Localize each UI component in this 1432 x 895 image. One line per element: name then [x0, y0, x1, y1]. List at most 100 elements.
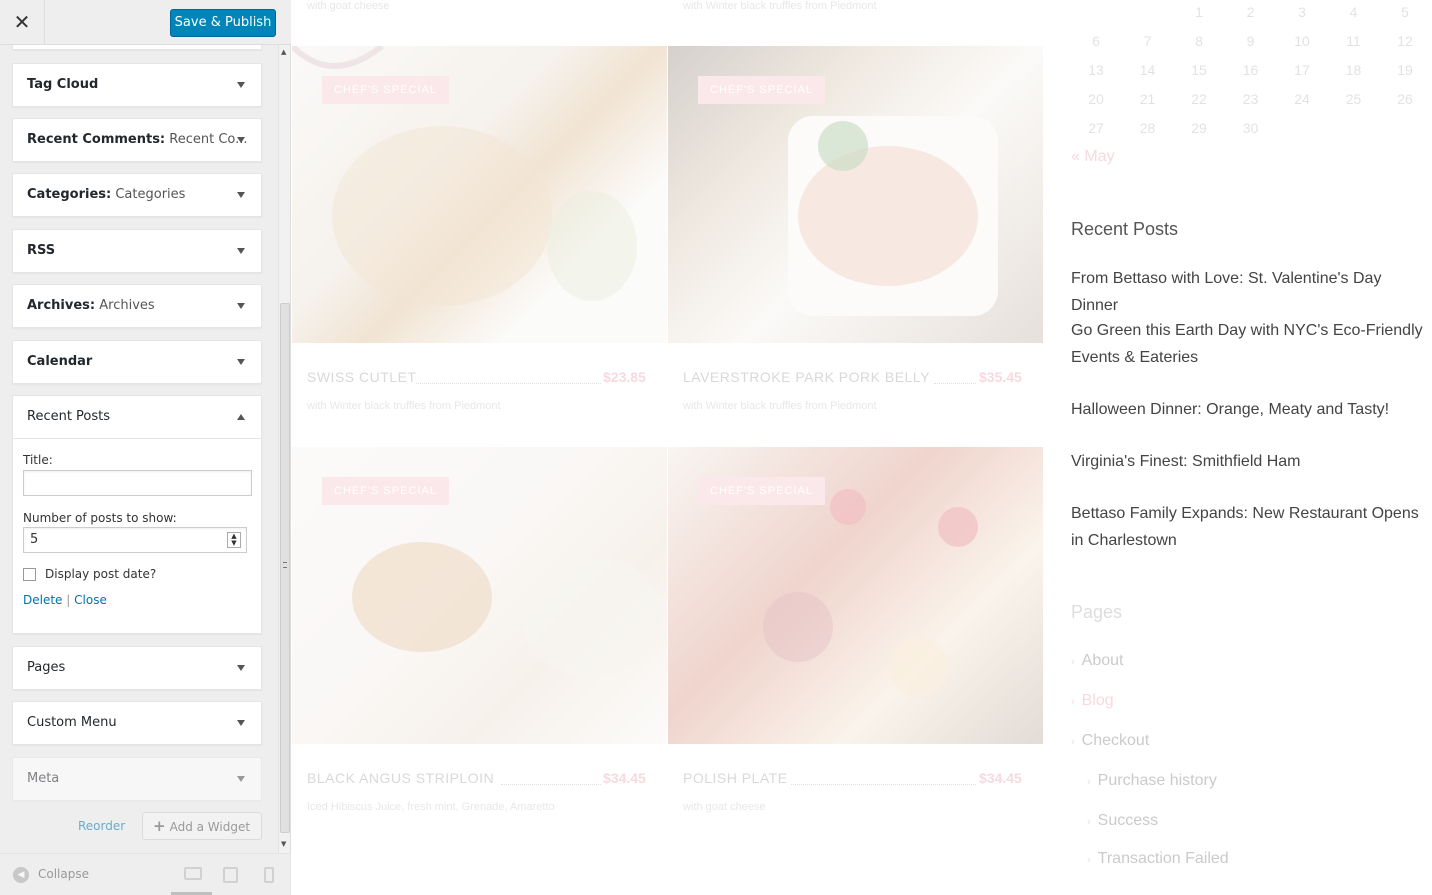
menu-item-name[interactable]: BLACK ANGUS STRIPLOIN [307, 770, 494, 786]
calendar-day: 23 [1242, 91, 1259, 107]
menu-item-image[interactable]: CHEF'S SPECIAL [668, 46, 1043, 343]
stepper-arrows-icon[interactable]: ▲ ▼ [227, 532, 241, 548]
chevron-down-icon[interactable] [237, 665, 245, 671]
close-link[interactable]: Close [74, 593, 107, 607]
widget-title: Recent Comments: [27, 132, 166, 147]
page-link[interactable]: › Transaction Failed [1087, 850, 1229, 868]
menu-item-image[interactable]: CHEF'S SPECIAL [292, 46, 667, 343]
calendar-day: 20 [1088, 91, 1104, 107]
widget-meta[interactable]: Meta [12, 757, 262, 801]
recent-post-link[interactable]: Bettaso Family Expands: New Restaurant O… [1071, 500, 1426, 554]
collapse-label[interactable]: Collapse [38, 867, 89, 881]
recent-post-link[interactable]: Halloween Dinner: Orange, Meaty and Tast… [1071, 396, 1426, 423]
widget-subtitle: Categories [115, 187, 186, 202]
menu-item-price: $34.45 [603, 770, 646, 786]
menu-item-price: $34.45 [979, 770, 1022, 786]
add-widget-label: Add a Widget [169, 820, 251, 834]
recent-post-link[interactable]: From Bettaso with Love: St. Valentine's … [1071, 265, 1426, 319]
widget-categories[interactable]: Categories: Categories [12, 173, 262, 217]
chevron-down-icon[interactable] [237, 82, 245, 88]
chevron-right-icon: › [1071, 696, 1075, 708]
price-leader [791, 784, 976, 785]
menu-item-image[interactable]: CHEF'S SPECIAL [292, 447, 667, 744]
scroll-up-icon[interactable]: ▲ [281, 48, 286, 56]
chevron-down-icon[interactable] [237, 248, 245, 254]
widget-recent-posts: Recent Posts Title: Number of posts to s… [12, 395, 262, 634]
number-stepper[interactable]: 5 ▲ ▼ [23, 527, 247, 553]
scroll-down-icon[interactable]: ▼ [281, 840, 286, 848]
widget-title: Tag Cloud [27, 77, 99, 92]
calendar-day: 4 [1349, 4, 1358, 20]
save-publish-button[interactable]: Save & Publish [170, 9, 276, 37]
widget-tag-cloud[interactable]: Tag Cloud [12, 63, 262, 107]
widget-title: Categories: [27, 187, 112, 202]
calendar-day: 1 [1195, 4, 1203, 20]
display-date-checkbox[interactable] [23, 567, 36, 581]
calendar-day: 8 [1195, 33, 1203, 49]
add-widget-button[interactable]: + Add a Widget [142, 812, 262, 840]
widget-subtitle: Recent Co... [169, 132, 248, 147]
chevron-down-icon[interactable] [237, 776, 245, 782]
menu-item-price: $23.85 [603, 369, 646, 385]
widget-archives[interactable]: Archives: Archives [12, 284, 262, 328]
sidebar-scrollbar[interactable]: ▲ ▼ [278, 45, 290, 853]
desktop-preview-icon[interactable] [184, 867, 202, 880]
widget-subtitle: Archives [99, 298, 155, 313]
widget-form: Title: Number of posts to show: 5 ▲ ▼ Dis… [13, 438, 261, 617]
title-input[interactable] [23, 470, 252, 496]
chevron-down-icon[interactable] [237, 720, 245, 726]
collapse-icon[interactable]: ◀ [13, 867, 29, 883]
price-leader [501, 784, 601, 785]
widget-title: RSS [27, 243, 56, 258]
menu-item-desc: with Winter black truffles from Piedmont [683, 400, 877, 412]
calendar-day: 22 [1191, 91, 1207, 107]
chevron-up-icon[interactable] [237, 414, 245, 420]
widget-header[interactable]: Recent Posts [13, 396, 261, 438]
widget-pages[interactable]: Pages [12, 646, 262, 690]
prev-month-link[interactable]: « May [1071, 148, 1115, 166]
menu-item-name[interactable]: SWISS CUTLET [307, 369, 416, 385]
chevron-down-icon[interactable] [237, 359, 245, 365]
page-link[interactable]: › About [1071, 652, 1123, 670]
menu-item-price: $35.45 [979, 369, 1022, 385]
page-link[interactable]: › Purchase history [1087, 772, 1217, 790]
calendar-day: 14 [1139, 62, 1156, 78]
calendar-day: 3 [1298, 4, 1306, 20]
recent-post-link[interactable]: Go Green this Earth Day with NYC's Eco-F… [1071, 317, 1426, 371]
calendar-day: 7 [1143, 33, 1152, 49]
menu-item-name[interactable]: POLISH PLATE [683, 770, 788, 786]
widget-recent-comments[interactable]: Recent Comments: Recent Co... [12, 118, 262, 162]
calendar-day: 19 [1397, 62, 1413, 78]
chevron-right-icon: › [1087, 854, 1091, 866]
reorder-link[interactable]: Reorder [78, 819, 125, 833]
plus-icon: + [153, 817, 166, 835]
widget-title: Pages [27, 660, 66, 675]
scroll-thumb[interactable] [280, 303, 290, 833]
menu-item-name[interactable]: LAVERSTROKE PARK PORK BELLY [683, 369, 930, 385]
page-link[interactable]: › Blog [1071, 692, 1114, 710]
calendar-day: 13 [1088, 62, 1104, 78]
chefs-special-badge: CHEF'S SPECIAL [322, 76, 449, 104]
price-leader [934, 383, 976, 384]
page-link[interactable]: › Success [1087, 812, 1158, 830]
tablet-preview-icon[interactable] [223, 867, 238, 883]
calendar-day: 28 [1139, 120, 1156, 136]
chevron-down-icon[interactable] [237, 303, 245, 309]
chevron-right-icon: › [1087, 816, 1091, 828]
widget-custom-menu[interactable]: Custom Menu [12, 701, 262, 745]
page-link[interactable]: › Checkout [1071, 732, 1149, 750]
close-icon[interactable]: ✕ [0, 0, 45, 45]
chevron-right-icon: › [1071, 736, 1075, 748]
recent-post-link[interactable]: Virginia's Finest: Smithfield Ham [1071, 448, 1426, 475]
calendar-day: 9 [1246, 33, 1255, 49]
delete-link[interactable]: Delete [23, 593, 62, 607]
widget-calendar[interactable]: Calendar [12, 340, 262, 384]
chevron-down-icon[interactable] [237, 192, 245, 198]
chefs-special-badge: CHEF'S SPECIAL [698, 477, 825, 505]
chevron-down-icon[interactable] [237, 137, 245, 143]
menu-item-image[interactable]: CHEF'S SPECIAL [668, 447, 1043, 744]
widgets-panel: Tag Cloud Recent Comments: Recent Co... … [0, 45, 291, 853]
mobile-preview-icon[interactable] [264, 867, 274, 883]
number-value: 5 [30, 532, 39, 547]
widget-rss[interactable]: RSS [12, 229, 262, 273]
